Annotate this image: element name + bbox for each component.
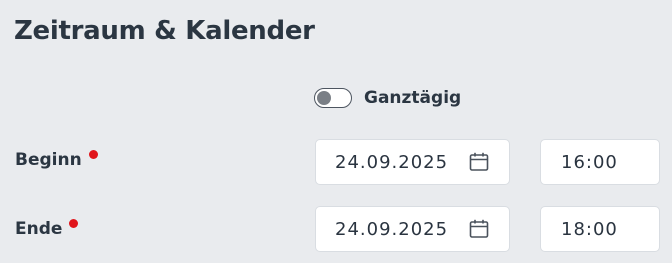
end-date-value: 24.09.2025 (335, 218, 449, 240)
end-time-value: 18:00 (561, 218, 618, 240)
section-title: Zeitraum & Kalender (14, 16, 315, 46)
start-date-field[interactable]: 24.09.2025 (315, 139, 510, 185)
toggle-knob (317, 91, 331, 105)
all-day-toggle-row: Ganztägig (314, 88, 461, 108)
all-day-toggle[interactable] (314, 88, 352, 108)
end-date-field[interactable]: 24.09.2025 (315, 206, 510, 252)
start-label: Beginn (15, 150, 82, 170)
all-day-label: Ganztägig (364, 88, 462, 108)
end-time-field[interactable]: 18:00 (540, 206, 660, 252)
required-indicator (69, 218, 79, 228)
required-indicator (88, 149, 98, 159)
start-date-value: 24.09.2025 (335, 151, 449, 173)
end-label: Ende (15, 219, 63, 239)
start-label-group: Beginn (15, 149, 98, 170)
start-time-field[interactable]: 16:00 (540, 139, 660, 185)
calendar-icon[interactable] (469, 219, 489, 239)
end-label-group: Ende (15, 218, 79, 239)
start-time-value: 16:00 (561, 151, 618, 173)
calendar-icon[interactable] (469, 152, 489, 172)
